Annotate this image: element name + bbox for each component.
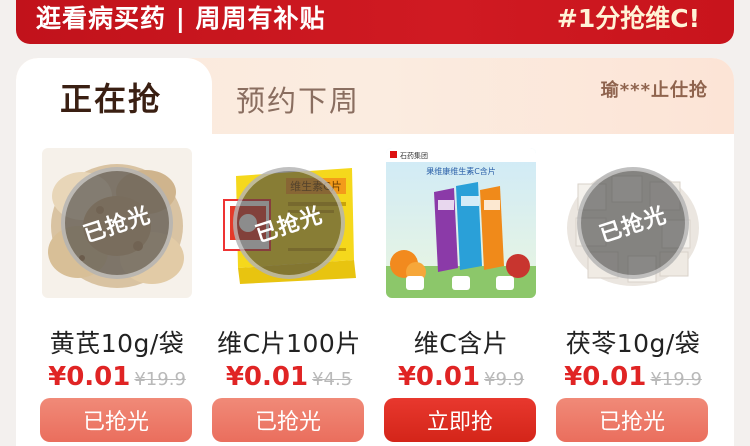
original-price: ¥4.5 xyxy=(312,369,353,390)
sale-price: ¥0.01 xyxy=(48,362,131,392)
banner-slogan: 逛看病买药 | 周周有补贴 xyxy=(36,4,326,33)
price-row: ¥0.01 ¥9.9 xyxy=(376,362,546,392)
tab-now-selling-label: 正在抢 xyxy=(60,80,163,118)
original-price: ¥9.9 xyxy=(484,369,525,390)
product-card[interactable]: 已抢光 黄芪10g/袋 ¥0.01 ¥19.9 已抢光 xyxy=(32,148,202,446)
product-name[interactable]: 茯苓10g/袋 xyxy=(548,324,718,360)
sold-out-overlay-label: 已抢光 xyxy=(81,202,155,248)
price-row: ¥0.01 ¥4.5 xyxy=(204,362,374,392)
product-name[interactable]: 黄芪10g/袋 xyxy=(32,324,202,360)
original-price: ¥19.9 xyxy=(650,369,702,390)
product-image-vitamin-c-tablets[interactable]: 维生素C片 已抢光 xyxy=(214,148,364,298)
sale-price: ¥0.01 xyxy=(564,362,647,392)
sold-out-overlay: 已抢光 xyxy=(61,167,173,279)
sold-out-overlay: 已抢光 xyxy=(233,167,345,279)
product-image-vitamin-c-lozenges[interactable]: 石药集团 果维康维生素C含片 xyxy=(386,148,536,298)
tab-bar: 正在抢 预约下周 瑜***止仕抢 xyxy=(16,58,734,138)
sold-out-button[interactable]: 已抢光 xyxy=(212,398,364,442)
banner-promo[interactable]: #1分抢维C! xyxy=(557,2,700,36)
tab-now-selling[interactable]: 正在抢 xyxy=(16,58,212,138)
original-price: ¥19.9 xyxy=(134,369,186,390)
sold-out-button[interactable]: 已抢光 xyxy=(40,398,192,442)
sold-out-overlay: 已抢光 xyxy=(577,167,689,279)
sale-price: ¥0.01 xyxy=(225,362,309,392)
product-card[interactable]: 石药集团 果维康维生素C含片 维C含片 ¥0.01 ¥9.9 立即抢 xyxy=(376,148,546,446)
tab-reserve-next-week[interactable]: 预约下周 xyxy=(236,78,360,120)
sold-out-button[interactable]: 已抢光 xyxy=(556,398,708,442)
tab-partial-label[interactable]: 瑜***止仕抢 xyxy=(601,76,708,102)
lozenge-headline: 果维康维生素C含片 xyxy=(426,166,496,176)
lozenge-brand-label: 石药集团 xyxy=(400,151,428,160)
grab-now-button[interactable]: 立即抢 xyxy=(384,398,536,442)
top-banner[interactable]: 逛看病买药 | 周周有补贴 #1分抢维C! xyxy=(16,0,734,44)
product-card[interactable]: 已抢光 茯苓10g/袋 ¥0.01 ¥19.9 已抢光 xyxy=(548,148,718,446)
product-name[interactable]: 维C片100片 xyxy=(204,324,374,360)
flash-sale-panel: 正在抢 预约下周 瑜***止仕抢 已抢光 黄芪10g/袋 ¥0.01 ¥19.9… xyxy=(16,58,734,446)
product-name[interactable]: 维C含片 xyxy=(376,324,546,360)
price-row: ¥0.01 ¥19.9 xyxy=(32,362,202,392)
product-card[interactable]: 维生素C片 已抢光 维C片100片 ¥0.01¥4.5 已抢光 xyxy=(204,148,374,446)
price-row: ¥0.01 ¥19.9 xyxy=(548,362,718,392)
sold-out-overlay-label: 已抢光 xyxy=(597,202,671,248)
sale-price: ¥0.01 xyxy=(397,362,481,392)
product-image-poria[interactable]: 已抢光 xyxy=(558,148,708,298)
sold-out-overlay-label: 已抢光 xyxy=(253,202,327,248)
product-image-astragalus[interactable]: 已抢光 xyxy=(42,148,192,298)
lozenge-pack-image: 石药集团 果维康维生素C含片 xyxy=(386,148,536,298)
